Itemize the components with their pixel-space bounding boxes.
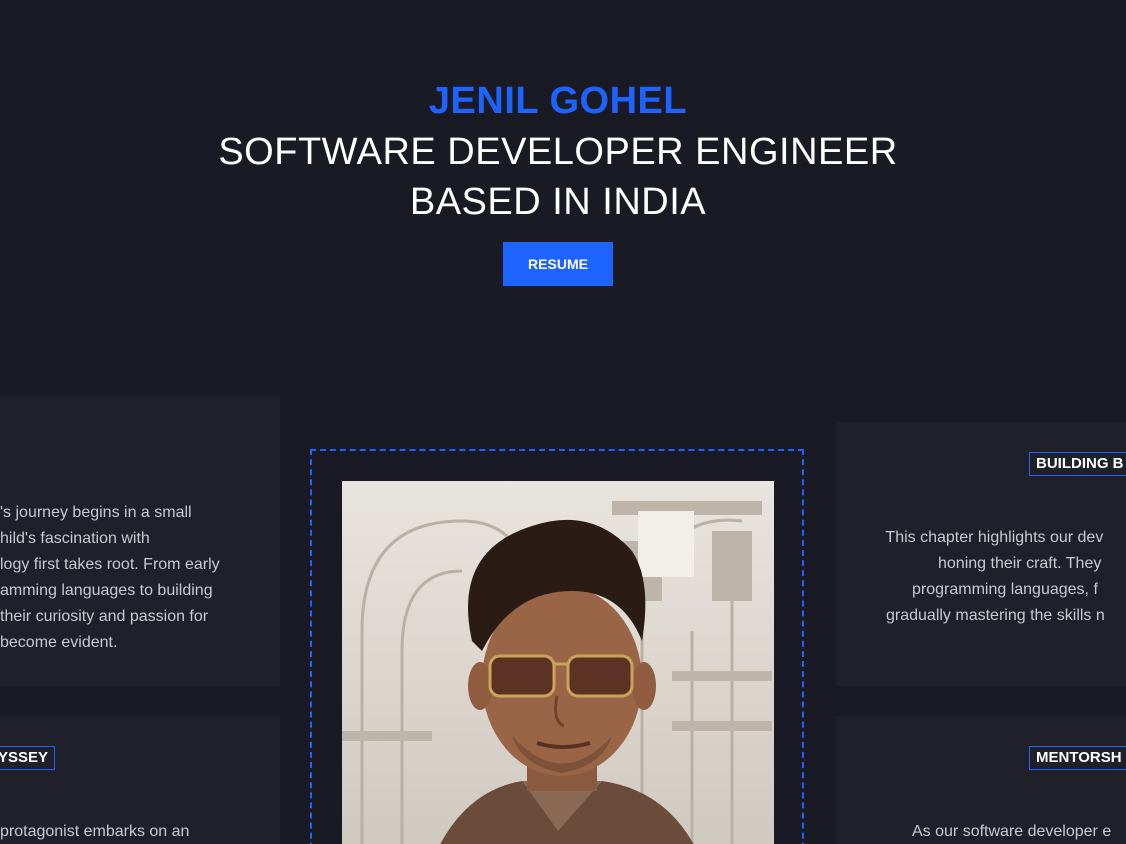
story-card-left-top: 's journey begins in a small hild's fasc… (0, 396, 280, 686)
story-card-right-bottom: MENTORSH As our software developer e (836, 716, 1126, 844)
story-line: 's journey begins in a small (0, 504, 192, 521)
story-line: hild's fascination with (0, 530, 150, 547)
story-line: logy first takes root. From early (0, 556, 220, 573)
story-card-text: As our software developer e (912, 819, 1111, 844)
story-line: programming languages, f (912, 581, 1098, 598)
story-card-right-top: BUILDING B This chapter highlights our d… (836, 422, 1126, 686)
story-line: become evident. (0, 634, 118, 651)
profile-photo (342, 481, 774, 844)
hero-title-line-2: BASED IN INDIA (409, 181, 707, 223)
story-card-tag: YSSEY (0, 746, 56, 770)
hero-title-line-1: SOFTWARE DEVELOPER ENGINEER (218, 131, 898, 173)
story-card-tag: MENTORSH (1029, 746, 1126, 770)
story-card-text: 's journey begins in a small hild's fasc… (0, 500, 220, 656)
story-line: This chapter highlights our dev (885, 529, 1104, 546)
story-card-text: This chapter highlights our dev honing t… (884, 525, 1105, 629)
story-line: amming languages to building (0, 582, 213, 599)
hero-name: JENIL GOHEL (428, 80, 688, 122)
story-line: gradually mastering the skills n (886, 607, 1105, 624)
resume-button[interactable]: RESUME (503, 242, 613, 286)
page: JENIL GOHEL SOFTWARE DEVELOPER ENGINEER … (0, 0, 1126, 844)
story-line: protagonist embarks on an (0, 823, 190, 840)
story-card-tag: BUILDING B (1029, 452, 1126, 476)
story-card-text: protagonist embarks on an (0, 819, 189, 844)
story-line: their curiosity and passion for (0, 608, 209, 625)
story-line: As our software developer e (912, 823, 1112, 840)
story-card-left-bottom: YSSEY protagonist embarks on an (0, 716, 280, 844)
portrait-illustration (342, 481, 774, 844)
story-line: honing their craft. They (938, 555, 1102, 572)
